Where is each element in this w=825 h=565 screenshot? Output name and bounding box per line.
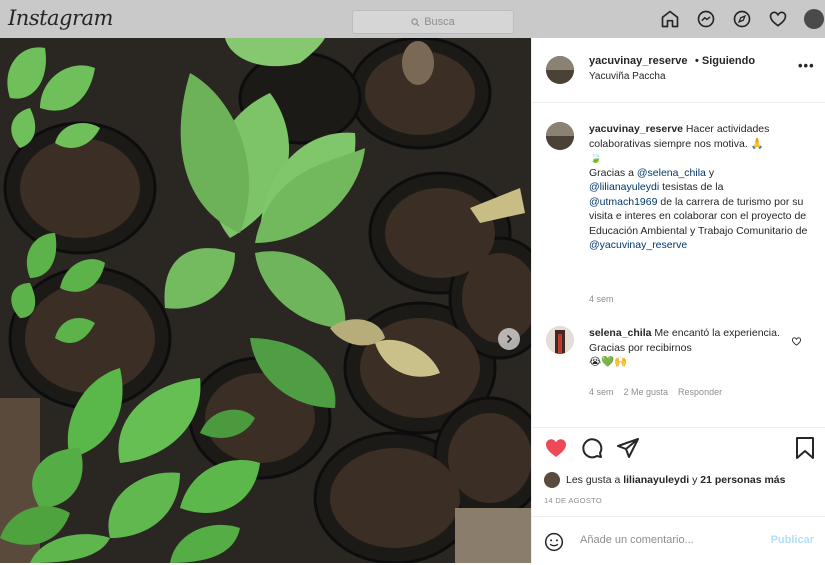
publish-button[interactable]: Publicar bbox=[771, 534, 814, 546]
post-caption: yacuvinay_reserve Hacer actividades cola… bbox=[589, 123, 808, 251]
bookmark-icon[interactable] bbox=[794, 436, 816, 460]
following-status[interactable]: • Siguiendo bbox=[695, 55, 755, 67]
likes-count[interactable]: 21 personas más bbox=[700, 474, 785, 486]
profile-avatar[interactable] bbox=[803, 8, 825, 30]
emoji-icon[interactable] bbox=[544, 532, 564, 552]
caption-timestamp[interactable]: 4 sem bbox=[589, 294, 614, 304]
search-placeholder: Busca bbox=[424, 16, 455, 28]
heart-icon[interactable] bbox=[767, 8, 789, 30]
comment-meta: 4 sem 2 Me gusta Responder bbox=[589, 387, 722, 397]
more-options-icon[interactable]: ••• bbox=[798, 58, 815, 73]
mention-link[interactable]: @lilianayuleydi bbox=[589, 181, 659, 193]
caption-username[interactable]: yacuvinay_reserve bbox=[589, 123, 683, 135]
comment-emojis: 😭💚🙌 bbox=[589, 356, 628, 368]
post-location[interactable]: Yacuviña Paccha bbox=[589, 71, 666, 82]
like-heart-icon[interactable] bbox=[544, 436, 568, 460]
mention-link[interactable]: @selena_chila bbox=[637, 167, 706, 179]
post-photo[interactable] bbox=[0, 38, 531, 563]
search-icon bbox=[411, 17, 420, 26]
comment-item: selena_chila Me encantó la experiencia. … bbox=[589, 326, 789, 370]
home-icon[interactable] bbox=[659, 8, 681, 30]
mention-link[interactable]: @yacuvinay_reserve bbox=[589, 239, 687, 251]
search-input[interactable]: Busca bbox=[352, 10, 514, 34]
post-date[interactable]: 14 DE AGOSTO bbox=[544, 496, 602, 505]
author-username[interactable]: yacuvinay_reserve bbox=[589, 55, 687, 67]
caption-author-avatar[interactable] bbox=[546, 122, 574, 150]
post-actions: Les gusta a lilianayuleydi y 21 personas… bbox=[532, 427, 825, 564]
explore-icon[interactable] bbox=[731, 8, 753, 30]
comment-icon[interactable] bbox=[580, 436, 604, 460]
mention-link[interactable]: @utmach1969 bbox=[589, 196, 657, 208]
instagram-logo[interactable]: Instagram bbox=[8, 6, 113, 30]
liker-username[interactable]: lilianayuleydi bbox=[623, 474, 689, 486]
reply-button[interactable]: Responder bbox=[678, 387, 722, 397]
comment-like-heart-icon[interactable] bbox=[791, 334, 802, 352]
comment-timestamp[interactable]: 4 sem bbox=[589, 387, 614, 397]
top-navigation-bar: Instagram Busca bbox=[0, 0, 825, 38]
author-avatar[interactable] bbox=[546, 56, 574, 84]
share-icon[interactable] bbox=[616, 436, 640, 460]
comment-username[interactable]: selena_chila bbox=[589, 327, 651, 339]
likes-summary: Les gusta a lilianayuleydi y 21 personas… bbox=[544, 472, 785, 488]
carousel-next-button[interactable] bbox=[498, 328, 520, 350]
post-header: yacuvinay_reserve • Siguiendo Yacuviña P… bbox=[532, 38, 825, 103]
caption-emoji: 🍃 bbox=[589, 152, 603, 164]
add-comment-bar: Añade un comentario... Publicar bbox=[532, 516, 825, 565]
chevron-right-icon bbox=[506, 334, 513, 344]
messenger-icon[interactable] bbox=[695, 8, 717, 30]
commenter-avatar[interactable] bbox=[546, 326, 574, 354]
liker-avatar[interactable] bbox=[544, 472, 560, 488]
post-detail-panel: yacuvinay_reserve • Siguiendo Yacuviña P… bbox=[531, 38, 825, 563]
comment-likes[interactable]: 2 Me gusta bbox=[624, 387, 669, 397]
add-comment-input[interactable]: Añade un comentario... bbox=[580, 534, 694, 546]
